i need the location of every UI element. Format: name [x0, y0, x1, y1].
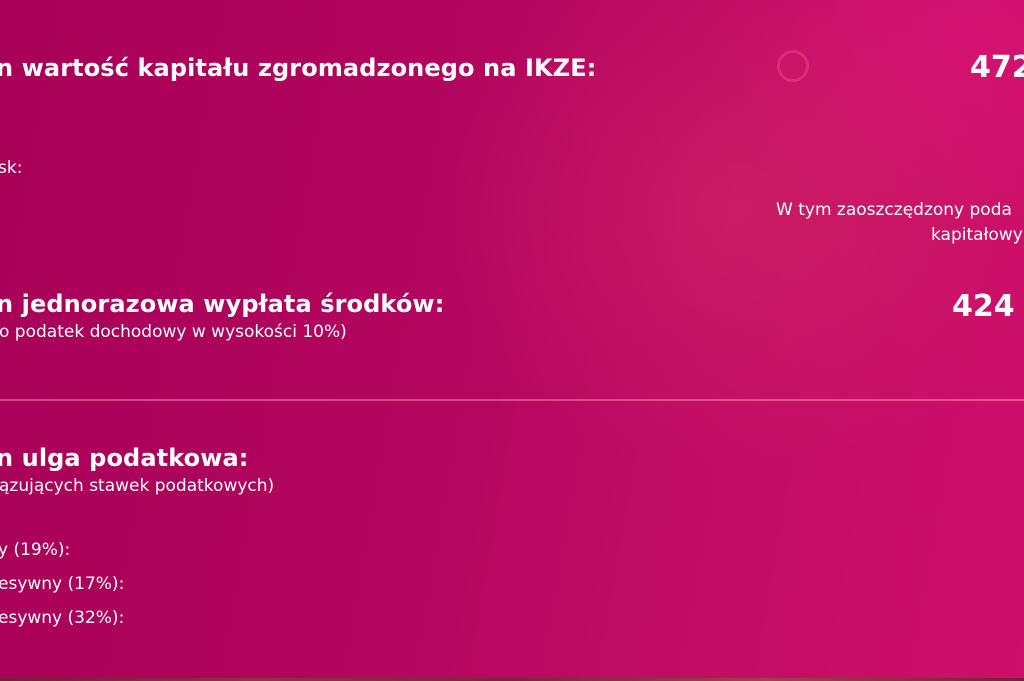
tax-relief-row-progressive-32: esywny (32%):	[0, 608, 125, 628]
payout-label: n jednorazowa wypłata środków:	[0, 290, 445, 318]
profit-label: sk:	[0, 158, 23, 178]
tax-relief-title: n ulga podatkowa:	[0, 444, 249, 472]
ikze-calculator-results-panel: n wartość kapitału zgromadzonego na IKZE…	[0, 0, 1024, 681]
payout-note: o podatek dochodowy w wysokości 10%)	[0, 322, 347, 342]
section-divider	[0, 399, 1024, 401]
decorative-ring	[777, 50, 809, 82]
tax-relief-note: ązujących stawek podatkowych)	[0, 476, 275, 496]
capital-label: n wartość kapitału zgromadzonego na IKZE…	[0, 54, 597, 82]
tax-relief-row-flat: y (19%):	[0, 540, 71, 560]
tax-relief-row-progressive-17: esywny (17%):	[0, 574, 125, 594]
saved-tax-label-line1: W tym zaoszczędzony poda	[776, 200, 1012, 220]
capital-value: 472	[970, 50, 1024, 85]
payout-value: 424	[952, 289, 1015, 324]
saved-tax-label-line2: kapitałowy	[931, 225, 1023, 245]
